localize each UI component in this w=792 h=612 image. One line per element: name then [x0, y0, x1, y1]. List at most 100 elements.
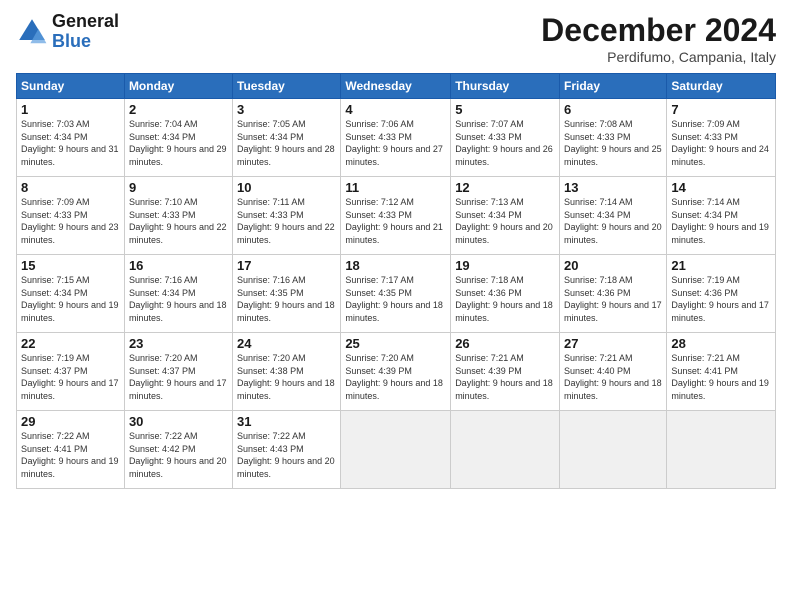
col-sunday: Sunday — [17, 74, 125, 99]
day-number: 16 — [129, 258, 228, 273]
day-number: 25 — [345, 336, 446, 351]
day-info: Sunrise: 7:10 AMSunset: 4:33 PMDaylight:… — [129, 196, 228, 246]
day-info: Sunrise: 7:18 AMSunset: 4:36 PMDaylight:… — [564, 274, 662, 324]
table-row: 6 Sunrise: 7:08 AMSunset: 4:33 PMDayligh… — [560, 99, 667, 177]
table-row: 20 Sunrise: 7:18 AMSunset: 4:36 PMDaylig… — [560, 255, 667, 333]
day-info: Sunrise: 7:07 AMSunset: 4:33 PMDaylight:… — [455, 118, 555, 168]
table-row: 7 Sunrise: 7:09 AMSunset: 4:33 PMDayligh… — [667, 99, 776, 177]
day-number: 3 — [237, 102, 336, 117]
day-info: Sunrise: 7:22 AMSunset: 4:43 PMDaylight:… — [237, 430, 336, 480]
day-number: 22 — [21, 336, 120, 351]
table-row: 5 Sunrise: 7:07 AMSunset: 4:33 PMDayligh… — [451, 99, 560, 177]
day-info: Sunrise: 7:14 AMSunset: 4:34 PMDaylight:… — [564, 196, 662, 246]
day-number: 31 — [237, 414, 336, 429]
col-tuesday: Tuesday — [233, 74, 341, 99]
day-number: 24 — [237, 336, 336, 351]
calendar-week-row: 22 Sunrise: 7:19 AMSunset: 4:37 PMDaylig… — [17, 333, 776, 411]
day-number: 7 — [671, 102, 771, 117]
table-row — [560, 411, 667, 489]
day-number: 19 — [455, 258, 555, 273]
table-row: 2 Sunrise: 7:04 AMSunset: 4:34 PMDayligh… — [124, 99, 232, 177]
day-info: Sunrise: 7:14 AMSunset: 4:34 PMDaylight:… — [671, 196, 771, 246]
day-info: Sunrise: 7:16 AMSunset: 4:35 PMDaylight:… — [237, 274, 336, 324]
day-info: Sunrise: 7:20 AMSunset: 4:38 PMDaylight:… — [237, 352, 336, 402]
table-row: 13 Sunrise: 7:14 AMSunset: 4:34 PMDaylig… — [560, 177, 667, 255]
calendar-week-row: 29 Sunrise: 7:22 AMSunset: 4:41 PMDaylig… — [17, 411, 776, 489]
day-info: Sunrise: 7:19 AMSunset: 4:36 PMDaylight:… — [671, 274, 771, 324]
day-number: 2 — [129, 102, 228, 117]
table-row: 21 Sunrise: 7:19 AMSunset: 4:36 PMDaylig… — [667, 255, 776, 333]
day-number: 14 — [671, 180, 771, 195]
day-info: Sunrise: 7:22 AMSunset: 4:42 PMDaylight:… — [129, 430, 228, 480]
table-row: 23 Sunrise: 7:20 AMSunset: 4:37 PMDaylig… — [124, 333, 232, 411]
day-info: Sunrise: 7:15 AMSunset: 4:34 PMDaylight:… — [21, 274, 120, 324]
table-row: 29 Sunrise: 7:22 AMSunset: 4:41 PMDaylig… — [17, 411, 125, 489]
day-number: 17 — [237, 258, 336, 273]
calendar-header-row: Sunday Monday Tuesday Wednesday Thursday… — [17, 74, 776, 99]
calendar-week-row: 1 Sunrise: 7:03 AMSunset: 4:34 PMDayligh… — [17, 99, 776, 177]
logo-blue: Blue — [52, 31, 91, 51]
day-info: Sunrise: 7:12 AMSunset: 4:33 PMDaylight:… — [345, 196, 446, 246]
day-number: 18 — [345, 258, 446, 273]
table-row: 15 Sunrise: 7:15 AMSunset: 4:34 PMDaylig… — [17, 255, 125, 333]
day-info: Sunrise: 7:21 AMSunset: 4:40 PMDaylight:… — [564, 352, 662, 402]
table-row: 25 Sunrise: 7:20 AMSunset: 4:39 PMDaylig… — [341, 333, 451, 411]
day-info: Sunrise: 7:03 AMSunset: 4:34 PMDaylight:… — [21, 118, 120, 168]
day-info: Sunrise: 7:21 AMSunset: 4:41 PMDaylight:… — [671, 352, 771, 402]
table-row: 22 Sunrise: 7:19 AMSunset: 4:37 PMDaylig… — [17, 333, 125, 411]
day-info: Sunrise: 7:17 AMSunset: 4:35 PMDaylight:… — [345, 274, 446, 324]
day-info: Sunrise: 7:09 AMSunset: 4:33 PMDaylight:… — [21, 196, 120, 246]
calendar-week-row: 8 Sunrise: 7:09 AMSunset: 4:33 PMDayligh… — [17, 177, 776, 255]
day-info: Sunrise: 7:16 AMSunset: 4:34 PMDaylight:… — [129, 274, 228, 324]
table-row: 8 Sunrise: 7:09 AMSunset: 4:33 PMDayligh… — [17, 177, 125, 255]
table-row: 1 Sunrise: 7:03 AMSunset: 4:34 PMDayligh… — [17, 99, 125, 177]
table-row — [451, 411, 560, 489]
day-info: Sunrise: 7:06 AMSunset: 4:33 PMDaylight:… — [345, 118, 446, 168]
calendar-table: Sunday Monday Tuesday Wednesday Thursday… — [16, 73, 776, 489]
col-thursday: Thursday — [451, 74, 560, 99]
header: General Blue December 2024 Perdifumo, Ca… — [16, 12, 776, 65]
day-info: Sunrise: 7:18 AMSunset: 4:36 PMDaylight:… — [455, 274, 555, 324]
table-row: 28 Sunrise: 7:21 AMSunset: 4:41 PMDaylig… — [667, 333, 776, 411]
day-number: 21 — [671, 258, 771, 273]
col-saturday: Saturday — [667, 74, 776, 99]
day-number: 4 — [345, 102, 446, 117]
day-info: Sunrise: 7:04 AMSunset: 4:34 PMDaylight:… — [129, 118, 228, 168]
day-number: 5 — [455, 102, 555, 117]
day-info: Sunrise: 7:22 AMSunset: 4:41 PMDaylight:… — [21, 430, 120, 480]
day-number: 26 — [455, 336, 555, 351]
col-wednesday: Wednesday — [341, 74, 451, 99]
table-row: 14 Sunrise: 7:14 AMSunset: 4:34 PMDaylig… — [667, 177, 776, 255]
day-number: 20 — [564, 258, 662, 273]
table-row: 31 Sunrise: 7:22 AMSunset: 4:43 PMDaylig… — [233, 411, 341, 489]
day-info: Sunrise: 7:20 AMSunset: 4:39 PMDaylight:… — [345, 352, 446, 402]
day-info: Sunrise: 7:21 AMSunset: 4:39 PMDaylight:… — [455, 352, 555, 402]
table-row: 19 Sunrise: 7:18 AMSunset: 4:36 PMDaylig… — [451, 255, 560, 333]
table-row: 10 Sunrise: 7:11 AMSunset: 4:33 PMDaylig… — [233, 177, 341, 255]
subtitle: Perdifumo, Campania, Italy — [541, 49, 776, 65]
day-number: 12 — [455, 180, 555, 195]
table-row: 26 Sunrise: 7:21 AMSunset: 4:39 PMDaylig… — [451, 333, 560, 411]
logo-text: General Blue — [52, 12, 119, 52]
day-info: Sunrise: 7:19 AMSunset: 4:37 PMDaylight:… — [21, 352, 120, 402]
month-title: December 2024 — [541, 12, 776, 49]
col-friday: Friday — [560, 74, 667, 99]
day-number: 27 — [564, 336, 662, 351]
day-info: Sunrise: 7:20 AMSunset: 4:37 PMDaylight:… — [129, 352, 228, 402]
table-row: 18 Sunrise: 7:17 AMSunset: 4:35 PMDaylig… — [341, 255, 451, 333]
day-info: Sunrise: 7:05 AMSunset: 4:34 PMDaylight:… — [237, 118, 336, 168]
day-number: 10 — [237, 180, 336, 195]
day-number: 13 — [564, 180, 662, 195]
table-row: 11 Sunrise: 7:12 AMSunset: 4:33 PMDaylig… — [341, 177, 451, 255]
day-number: 11 — [345, 180, 446, 195]
day-number: 1 — [21, 102, 120, 117]
day-number: 23 — [129, 336, 228, 351]
day-number: 29 — [21, 414, 120, 429]
main-container: General Blue December 2024 Perdifumo, Ca… — [0, 0, 792, 612]
table-row — [341, 411, 451, 489]
table-row: 4 Sunrise: 7:06 AMSunset: 4:33 PMDayligh… — [341, 99, 451, 177]
table-row: 30 Sunrise: 7:22 AMSunset: 4:42 PMDaylig… — [124, 411, 232, 489]
day-number: 30 — [129, 414, 228, 429]
col-monday: Monday — [124, 74, 232, 99]
table-row: 17 Sunrise: 7:16 AMSunset: 4:35 PMDaylig… — [233, 255, 341, 333]
